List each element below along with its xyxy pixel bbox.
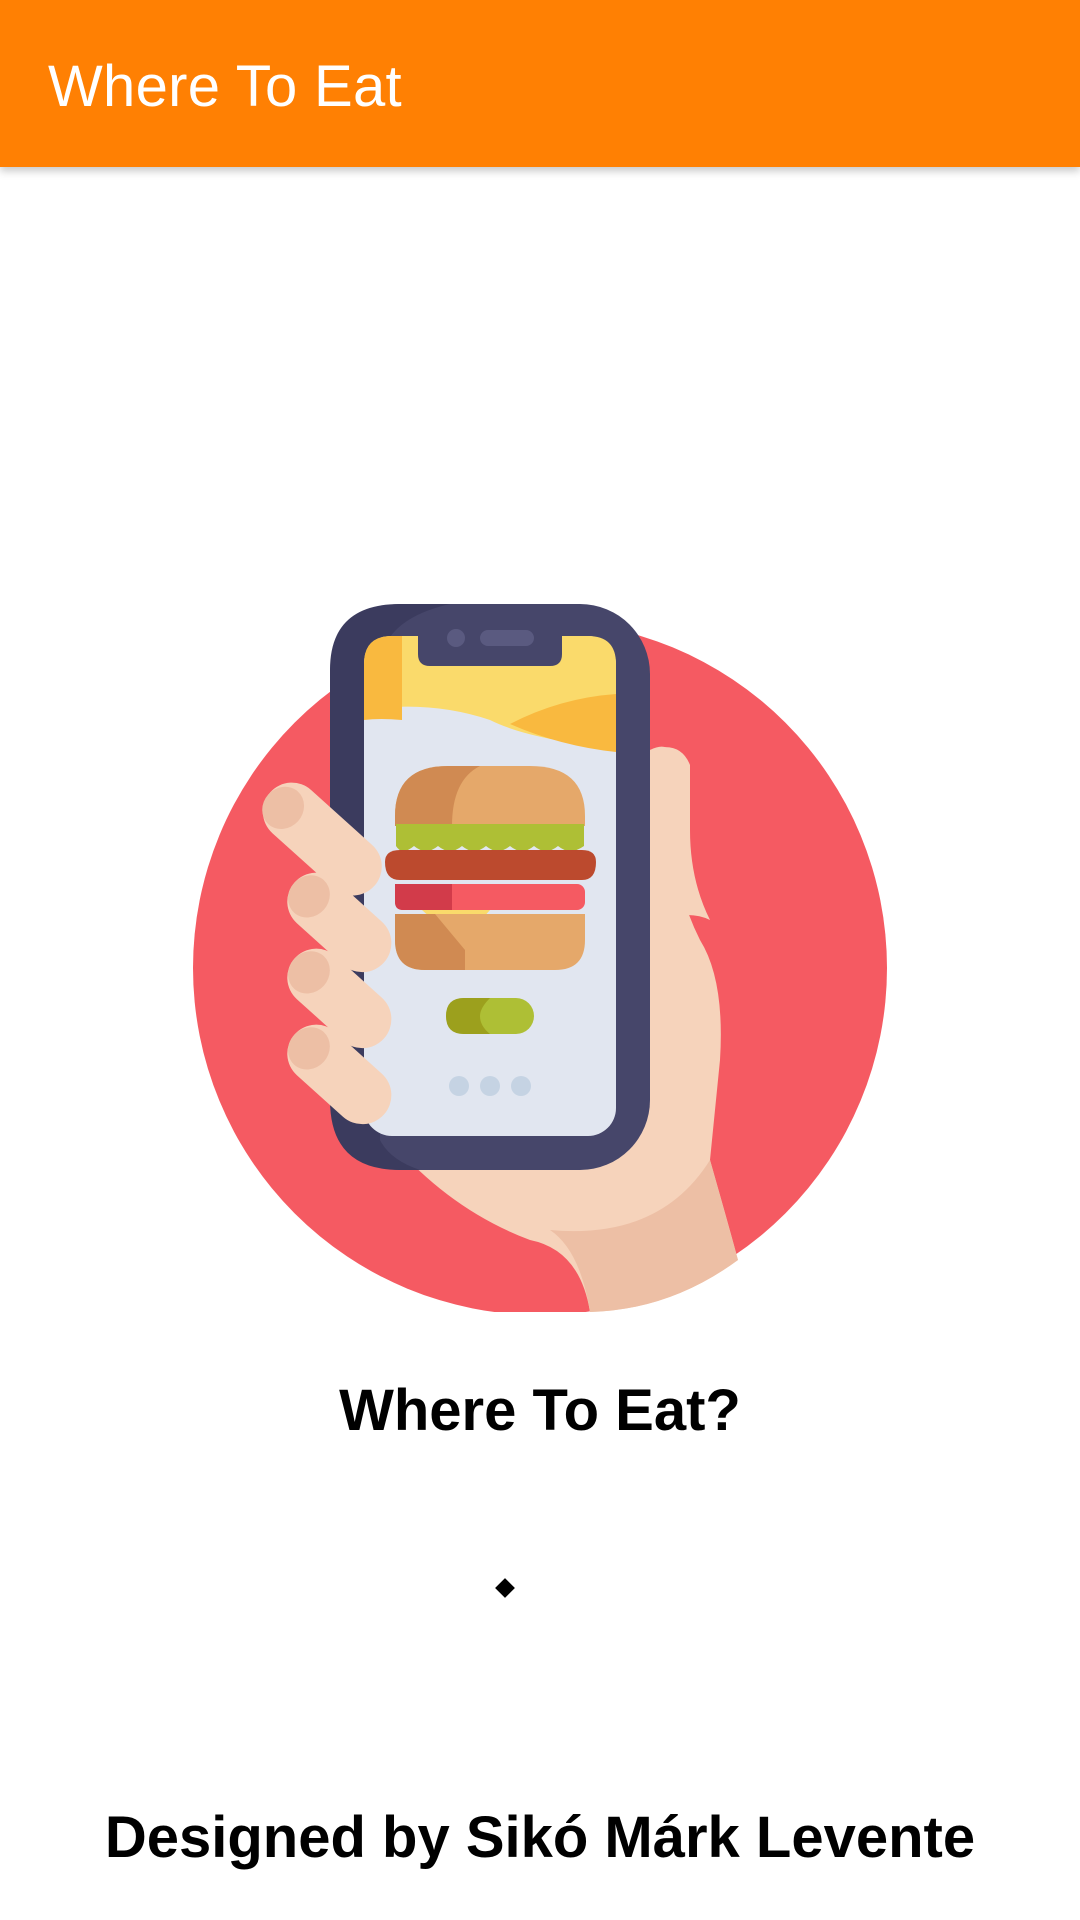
loading-indicator-icon xyxy=(495,1578,515,1598)
designer-credit: Designed by Sikó Márk Levente xyxy=(104,1805,976,1870)
screen-header-left xyxy=(364,636,402,720)
burger-lettuce xyxy=(396,824,584,851)
front-camera xyxy=(447,629,465,647)
page-dot-1 xyxy=(449,1076,469,1096)
speaker-grille xyxy=(480,630,534,646)
headline: Where To Eat? xyxy=(339,1378,741,1443)
page-dot-3 xyxy=(511,1076,531,1096)
app-bar: Where To Eat xyxy=(0,0,1080,167)
burger-tomato-shade xyxy=(395,884,452,910)
burger-patty xyxy=(385,850,596,880)
hand-holding-phone-burger-illustration xyxy=(190,600,890,1312)
app-title: Where To Eat xyxy=(48,54,402,119)
hero-illustration-svg xyxy=(193,604,887,1312)
page-dot-2 xyxy=(480,1076,500,1096)
